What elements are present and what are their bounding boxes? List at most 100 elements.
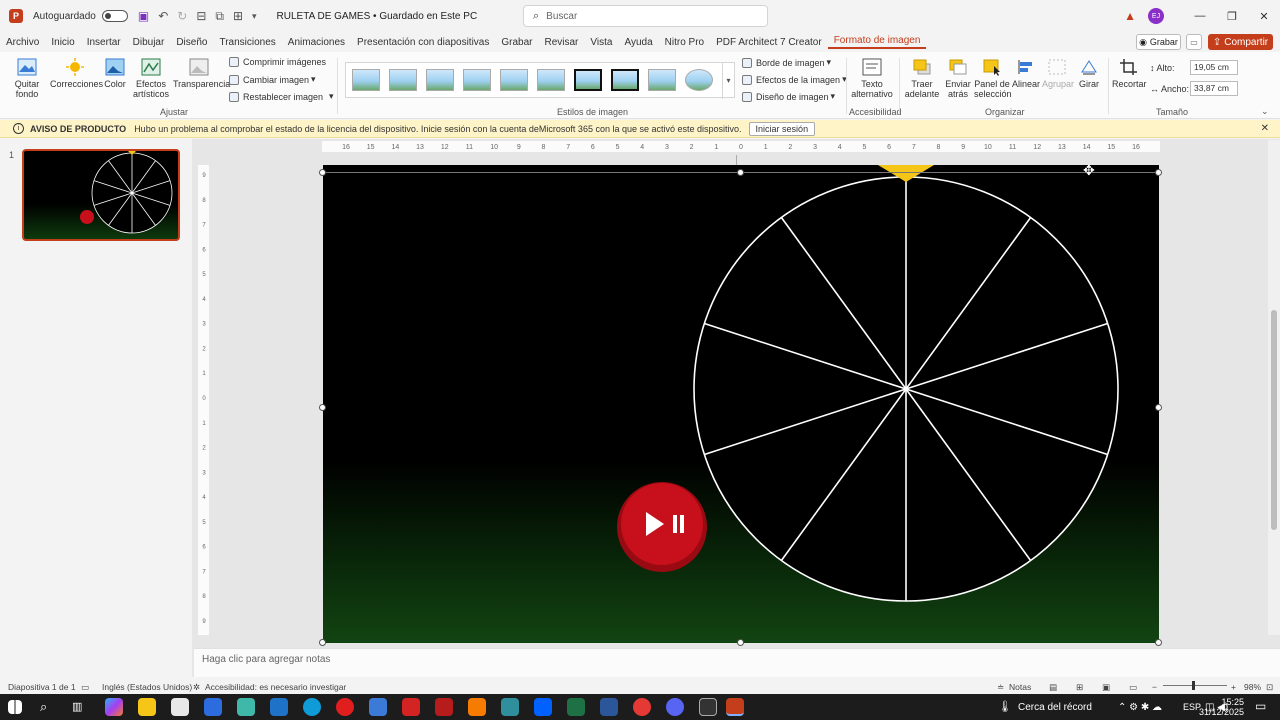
image-format-icon[interactable]: ⧉ bbox=[215, 9, 224, 24]
opera-icon[interactable] bbox=[336, 698, 354, 716]
picture-style-10[interactable] bbox=[685, 69, 713, 91]
discord-icon[interactable] bbox=[666, 698, 684, 716]
weather-icon[interactable]: 🌡 bbox=[998, 700, 1012, 713]
undo-icon[interactable]: ↶ bbox=[158, 9, 168, 23]
document-title[interactable]: RULETA DE GAMES • Guardado en Este PC bbox=[277, 11, 478, 22]
ribbon-tab[interactable]: Presentación con diapositivas bbox=[351, 37, 495, 48]
resize-handle-br[interactable] bbox=[1155, 639, 1162, 646]
picture-layout-button[interactable]: Diseño de imagen ▾ bbox=[742, 91, 835, 102]
reset-picture-button[interactable]: Restablecer imagen ▾ bbox=[229, 91, 334, 102]
send-backward-button[interactable]: Enviar atrás bbox=[944, 58, 972, 99]
picture-style-7[interactable] bbox=[574, 69, 602, 91]
slideshow-icon[interactable]: ▭ bbox=[1129, 682, 1137, 693]
accessibility-status[interactable]: Accesibilidad: es necesario investigar bbox=[205, 682, 346, 692]
layout-icon[interactable]: ⊞ bbox=[233, 9, 243, 23]
vlc-icon[interactable] bbox=[468, 698, 486, 716]
warning-icon[interactable]: ▲ bbox=[1124, 9, 1136, 23]
excel-icon[interactable] bbox=[567, 698, 585, 716]
task-view-icon[interactable]: ▥ bbox=[72, 700, 82, 713]
resize-handle-t[interactable] bbox=[737, 169, 744, 176]
restore-button[interactable]: ❐ bbox=[1216, 10, 1248, 23]
width-input[interactable]: 33,87 cm bbox=[1190, 81, 1238, 96]
ribbon-tab[interactable]: Inicio bbox=[45, 37, 80, 48]
file-explorer-icon[interactable] bbox=[138, 698, 156, 716]
play-pause-button[interactable] bbox=[617, 482, 707, 572]
close-window-button[interactable]: ✕ bbox=[1248, 10, 1280, 23]
edge-icon[interactable] bbox=[303, 698, 321, 716]
zoom-slider[interactable] bbox=[1163, 685, 1227, 686]
resize-handle-tl[interactable] bbox=[319, 169, 326, 176]
alt-text-button[interactable]: Texto alternativo bbox=[850, 58, 894, 99]
picture-style-3[interactable] bbox=[426, 69, 454, 91]
collapse-ribbon-icon[interactable]: ⌄ bbox=[1261, 106, 1269, 117]
normal-view-icon[interactable]: ▤ bbox=[1049, 682, 1057, 693]
store-icon[interactable] bbox=[171, 698, 189, 716]
rotate-button[interactable]: Girar bbox=[1075, 58, 1103, 89]
infinity-app-icon[interactable] bbox=[237, 698, 255, 716]
ribbon-tab[interactable]: Vista bbox=[584, 37, 618, 48]
picture-style-6[interactable] bbox=[537, 69, 565, 91]
picture-style-9[interactable] bbox=[648, 69, 676, 91]
start-presentation-icon[interactable]: ⊟ bbox=[196, 9, 206, 23]
app-icon[interactable] bbox=[699, 698, 717, 716]
zoom-slider-thumb[interactable] bbox=[1192, 681, 1195, 690]
mail-app-icon[interactable] bbox=[270, 698, 288, 716]
powerpoint-taskbar-icon[interactable] bbox=[726, 698, 744, 716]
ribbon-tab[interactable]: Formato de imagen bbox=[827, 35, 927, 49]
chrome-icon[interactable] bbox=[633, 698, 651, 716]
windows-start-icon[interactable] bbox=[8, 700, 22, 714]
comments-button[interactable]: ▭ bbox=[1186, 34, 1202, 50]
picture-border-button[interactable]: Borde de imagen ▾ bbox=[742, 57, 831, 68]
roulette-wheel[interactable] bbox=[693, 176, 1119, 602]
spell-check-icon[interactable]: ▭ bbox=[81, 682, 89, 693]
notes-toggle[interactable]: Notas bbox=[1009, 682, 1031, 692]
save-icon[interactable]: ▣ bbox=[138, 9, 149, 23]
picture-styles-gallery[interactable]: ▾ bbox=[345, 62, 735, 99]
fit-slide-icon[interactable]: ⊡ bbox=[1266, 682, 1273, 693]
picture-style-8[interactable] bbox=[611, 69, 639, 91]
group-button[interactable]: Agrupar bbox=[1042, 58, 1074, 89]
autosave-toggle[interactable] bbox=[101, 10, 128, 22]
ribbon-tab[interactable]: Transiciones bbox=[213, 37, 281, 48]
ribbon-tab[interactable]: Nitro Pro bbox=[659, 37, 710, 48]
calculator-icon[interactable] bbox=[369, 698, 387, 716]
scrollbar-thumb[interactable] bbox=[1271, 310, 1277, 530]
weather-status[interactable]: Cerca del récord bbox=[1018, 702, 1092, 713]
picture-style-4[interactable] bbox=[463, 69, 491, 91]
notes-pane[interactable]: Haga clic para agregar notas bbox=[194, 648, 1280, 677]
zoom-level[interactable]: 98% bbox=[1244, 682, 1261, 692]
resize-handle-tr[interactable] bbox=[1155, 169, 1162, 176]
record-button[interactable]: ◉ Grabar bbox=[1136, 34, 1181, 50]
reading-view-icon[interactable]: ▣ bbox=[1102, 682, 1110, 693]
customize-toolbar-icon[interactable]: ▾ bbox=[252, 11, 257, 22]
bring-forward-button[interactable]: Traer adelante bbox=[903, 58, 941, 99]
artistic-effects-button[interactable]: Efectos artísticos bbox=[132, 58, 170, 99]
transparency-button[interactable]: Transparencia bbox=[173, 58, 230, 89]
align-button[interactable]: Alinear bbox=[1011, 58, 1041, 89]
minimize-button[interactable]: — bbox=[1184, 10, 1216, 22]
zoom-out-icon[interactable]: − bbox=[1152, 682, 1157, 692]
resize-handle-l[interactable] bbox=[319, 404, 326, 411]
close-icon[interactable]: ✕ bbox=[1261, 123, 1269, 134]
pdf-architect-icon[interactable] bbox=[435, 698, 453, 716]
zoom-in-icon[interactable]: + bbox=[1231, 682, 1236, 692]
redo-icon[interactable]: ↻ bbox=[177, 9, 187, 23]
picture-effects-button[interactable]: Efectos de la imagen ▾ bbox=[742, 74, 847, 85]
color-button[interactable]: Color bbox=[103, 58, 127, 89]
change-picture-button[interactable]: Cambiar imagen ▾ bbox=[229, 74, 316, 85]
system-clock[interactable]: 15:25 31/12/2025 bbox=[1199, 697, 1244, 717]
resize-handle-bl[interactable] bbox=[319, 639, 326, 646]
search-icon[interactable]: ⌕ bbox=[40, 699, 47, 715]
slide-sorter-icon[interactable]: ⊞ bbox=[1076, 682, 1083, 693]
ribbon-tab[interactable]: Archivo bbox=[0, 37, 45, 48]
ribbon-tab[interactable]: PDF Architect 7 Creator bbox=[710, 37, 828, 48]
notifications-icon[interactable]: ▭ bbox=[1255, 699, 1266, 713]
ribbon-tab[interactable]: Ayuda bbox=[618, 37, 658, 48]
compress-pictures-button[interactable]: Comprimir imágenes bbox=[229, 57, 326, 67]
picture-style-1[interactable] bbox=[352, 69, 380, 91]
resize-handle-r[interactable] bbox=[1155, 404, 1162, 411]
language-status[interactable]: Inglés (Estados Unidos) bbox=[102, 682, 192, 692]
ribbon-tab[interactable]: Animaciones bbox=[282, 37, 351, 48]
zoom-app-icon[interactable] bbox=[204, 698, 222, 716]
sign-in-button[interactable]: Iniciar sesión bbox=[748, 121, 816, 136]
